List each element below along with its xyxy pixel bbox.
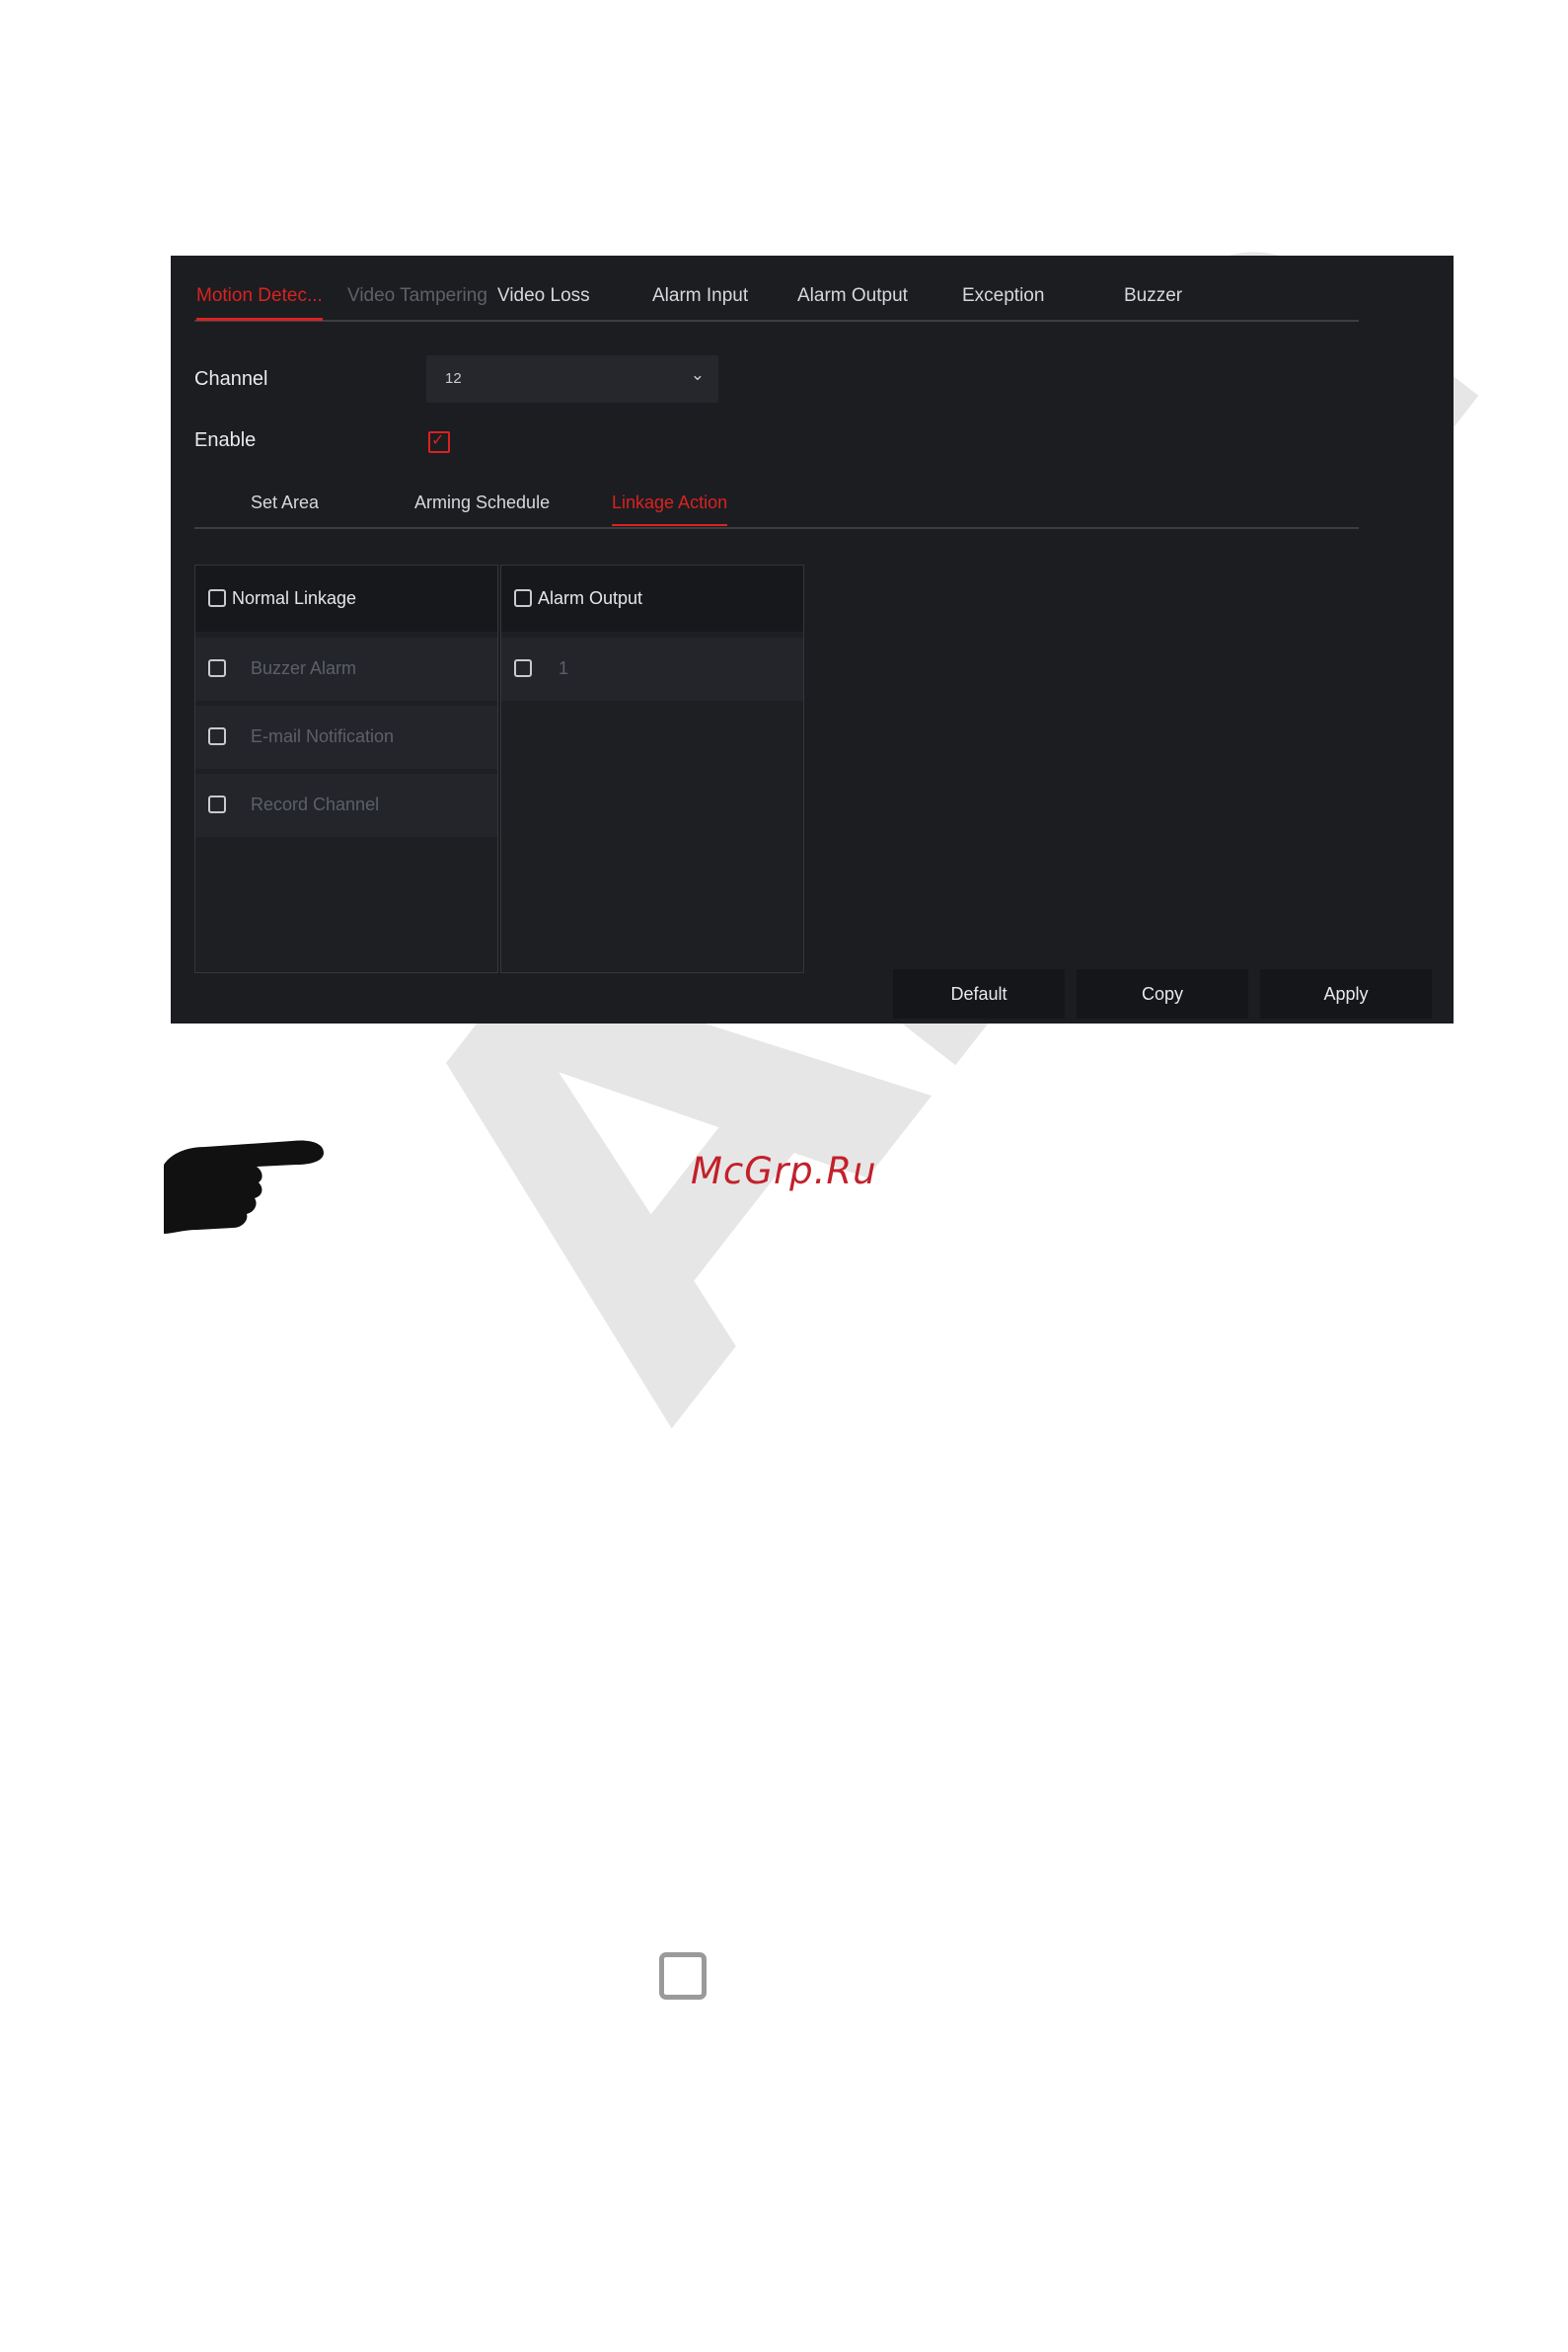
- list-item-label: Buzzer Alarm: [251, 658, 357, 678]
- default-button[interactable]: Default: [893, 969, 1065, 1019]
- list-item[interactable]: E-mail Notification: [195, 706, 497, 769]
- chevron-down-icon: ⌄: [690, 365, 705, 384]
- list-item-label: 1: [559, 658, 569, 678]
- main-tab-bar: Motion Detec... Video Tampering Video Lo…: [194, 256, 1359, 322]
- sub-tab-bar: Set Area Arming Schedule Linkage Action: [194, 493, 1359, 529]
- normal-linkage-checkbox[interactable]: [208, 589, 226, 607]
- checkmark-icon: ✓: [431, 432, 445, 449]
- normal-linkage-title: Normal Linkage: [232, 588, 357, 608]
- alarm-output-title: Alarm Output: [538, 588, 643, 608]
- list-item[interactable]: Buzzer Alarm: [195, 638, 497, 701]
- buzzer-alarm-checkbox[interactable]: [208, 659, 226, 677]
- motion-detection-panel: Motion Detec... Video Tampering Video Lo…: [171, 256, 1454, 1024]
- email-notification-checkbox[interactable]: [208, 727, 226, 745]
- tab-alarm-output[interactable]: Alarm Output: [797, 285, 908, 307]
- tab-alarm-input[interactable]: Alarm Input: [652, 285, 748, 307]
- normal-linkage-list: Normal Linkage Buzzer Alarm E-mail Notif…: [194, 565, 498, 973]
- tab-set-area[interactable]: Set Area: [251, 493, 319, 513]
- list-item-label: Record Channel: [251, 795, 380, 814]
- record-channel-checkbox[interactable]: [208, 796, 226, 813]
- alarm-output-checkbox[interactable]: [514, 589, 532, 607]
- tab-motion-detection[interactable]: Motion Detec...: [196, 285, 323, 321]
- tab-video-loss[interactable]: Video Loss: [497, 285, 590, 307]
- list-item-label: E-mail Notification: [251, 726, 395, 746]
- enable-label: Enable: [194, 429, 257, 451]
- list-item[interactable]: Record Channel: [195, 774, 497, 837]
- channel-select[interactable]: 12 ⌄: [426, 355, 718, 403]
- alarm-output-list: Alarm Output 1: [500, 565, 804, 973]
- enable-checkbox[interactable]: ✓: [428, 431, 450, 453]
- tab-arming-schedule[interactable]: Arming Schedule: [414, 493, 550, 513]
- channel-label: Channel: [194, 368, 268, 390]
- normal-linkage-header: Normal Linkage: [195, 566, 497, 632]
- tab-linkage-action[interactable]: Linkage Action: [612, 493, 728, 526]
- channel-value: 12: [445, 370, 462, 387]
- tab-video-tampering[interactable]: Video Tampering: [347, 285, 487, 307]
- alarm-output-header: Alarm Output: [501, 566, 803, 632]
- copy-button[interactable]: Copy: [1077, 969, 1248, 1019]
- checkbox-outline-icon: [659, 1952, 707, 2000]
- list-item[interactable]: 1: [501, 638, 803, 701]
- site-label: McGrp.Ru: [691, 1150, 877, 1192]
- alarm-output-1-checkbox[interactable]: [514, 659, 532, 677]
- tab-buzzer[interactable]: Buzzer: [1124, 285, 1182, 307]
- tab-exception[interactable]: Exception: [962, 285, 1044, 307]
- apply-button[interactable]: Apply: [1260, 969, 1432, 1019]
- pointing-hand-icon: [162, 1135, 332, 1241]
